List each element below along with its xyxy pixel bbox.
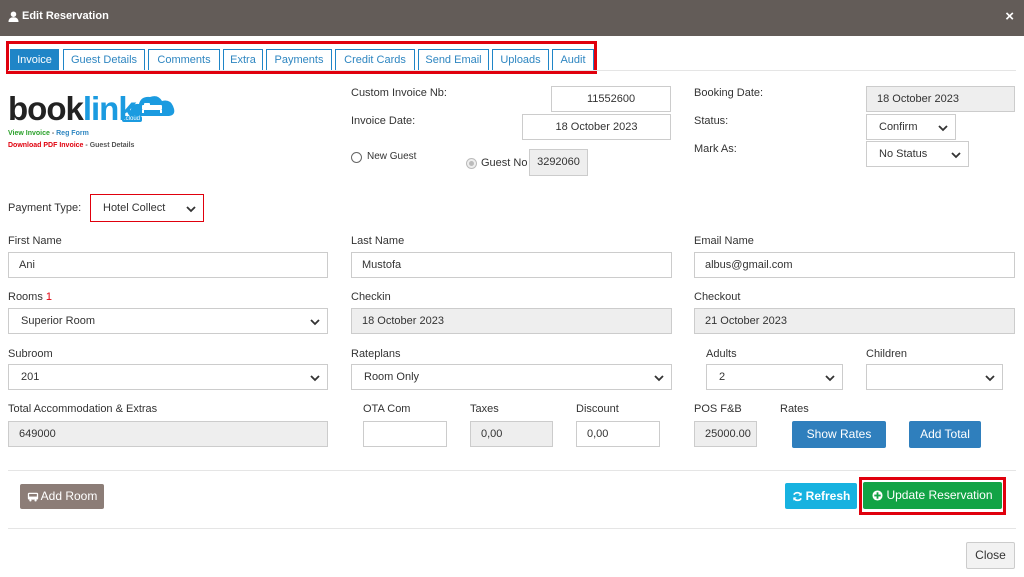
refresh-icon [792,491,802,501]
chevron-down-icon [825,375,835,382]
tabs-divider [8,70,1016,71]
view-invoice-link[interactable]: View Invoice [8,130,50,137]
chevron-down-icon [654,375,664,382]
chevron-down-icon [310,319,320,326]
close-icon[interactable]: × [1005,9,1014,24]
booking-date-label: Booking Date: [694,87,764,99]
tab-invoice[interactable]: Invoice [10,49,59,71]
close-button[interactable]: Close [966,542,1015,569]
tab-extra[interactable]: Extra [223,49,263,71]
guest-no-radio[interactable] [466,158,477,169]
tab-guest-details[interactable]: Guest Details [63,49,145,71]
booklink-logo: booklink .cloud [8,92,175,128]
rates-label: Rates [780,403,809,415]
bus-icon [27,492,38,502]
pos-fb-label: POS F&B [694,403,742,415]
chevron-down-icon [951,152,961,159]
first-name-label: First Name [8,235,62,247]
checkin-input: 18 October 2023 [351,308,672,334]
invoice-links-row: View Invoice - Reg Form [8,130,89,137]
guest-no-label: Guest No [481,157,528,169]
mark-as-label: Mark As: [694,143,737,155]
ota-com-input[interactable] [363,421,447,447]
last-name-input[interactable]: Mustofa [351,252,672,278]
new-guest-label: New Guest [367,151,417,162]
adults-label: Adults [706,348,737,360]
children-label: Children [866,348,907,360]
tab-payments[interactable]: Payments [266,49,332,71]
payment-type-label: Payment Type: [8,202,82,214]
mark-as-select[interactable]: No Status [866,141,969,167]
chevron-down-icon [985,375,995,382]
rooms-label: Rooms 1 [8,291,53,303]
reg-form-link[interactable]: Reg Form [56,130,89,137]
pos-fb-input: 25000.00 [694,421,757,447]
status-label: Status: [694,115,729,127]
tab-uploads[interactable]: Uploads [492,49,549,71]
last-name-label: Last Name [351,235,405,247]
chevron-down-icon [938,125,948,132]
guest-no-input: 3292060 [529,149,588,176]
discount-input[interactable]: 0,00 [576,421,660,447]
email-input[interactable]: albus@gmail.com [694,252,1015,278]
email-label: Email Name [694,235,754,247]
modal-title-text: Edit Reservation [22,10,109,22]
guest-details-link[interactable]: Guest Details [90,142,135,149]
rateplans-label: Rateplans [351,348,401,360]
booking-date-input: 18 October 2023 [866,86,1015,112]
taxes-label: Taxes [470,403,499,415]
subroom-label: Subroom [8,348,53,360]
tab-comments[interactable]: Comments [148,49,220,71]
discount-label: Discount [576,403,619,415]
checkout-label: Checkout [694,291,741,303]
total-input: 649000 [8,421,328,447]
custom-invoice-label: Custom Invoice Nb: [351,87,447,99]
new-guest-radio[interactable] [351,152,362,163]
status-select[interactable]: Confirm [866,114,956,140]
checkin-label: Checkin [351,291,391,303]
adults-select[interactable]: 2 [706,364,843,390]
update-reservation-button[interactable]: Update Reservation [863,482,1002,509]
ota-com-label: OTA Com [363,403,411,415]
invoice-date-label: Invoice Date: [351,115,416,127]
modal-title: Edit Reservation [8,10,109,22]
rooms-select[interactable]: Superior Room [8,308,328,334]
chevron-down-icon [310,375,320,382]
show-rates-button[interactable]: Show Rates [792,421,886,448]
plus-circle-icon [872,490,884,501]
footer-divider [8,528,1016,529]
cloud-bed-icon [130,96,175,116]
add-total-button[interactable]: Add Total [909,421,981,448]
invoice-date-input[interactable]: 18 October 2023 [522,114,671,140]
custom-invoice-input[interactable]: 11552600 [551,86,671,112]
refresh-button[interactable]: Refresh [785,483,857,509]
form-divider [8,470,1016,471]
checkout-input: 21 October 2023 [694,308,1015,334]
user-icon [8,10,19,22]
payment-type-select[interactable]: Hotel Collect [90,194,204,222]
taxes-input: 0,00 [470,421,553,447]
rateplans-select[interactable]: Room Only [351,364,672,390]
children-select[interactable] [866,364,1003,390]
subroom-select[interactable]: 201 [8,364,328,390]
tab-send-email[interactable]: Send Email [418,49,489,71]
first-name-input[interactable]: Ani [8,252,328,278]
rooms-required-count: 1 [45,291,53,303]
tab-credit-cards[interactable]: Credit Cards [335,49,415,71]
tab-audit[interactable]: Audit [552,49,594,71]
pdf-links-row: Download PDF Invoice - Guest Details [8,142,135,149]
chevron-down-icon [186,206,196,213]
download-pdf-link[interactable]: Download PDF Invoice [8,142,83,149]
add-room-button[interactable]: Add Room [20,484,104,509]
total-label: Total Accommodation & Extras [8,403,158,415]
modal-title-bar: Edit Reservation × [0,0,1024,36]
